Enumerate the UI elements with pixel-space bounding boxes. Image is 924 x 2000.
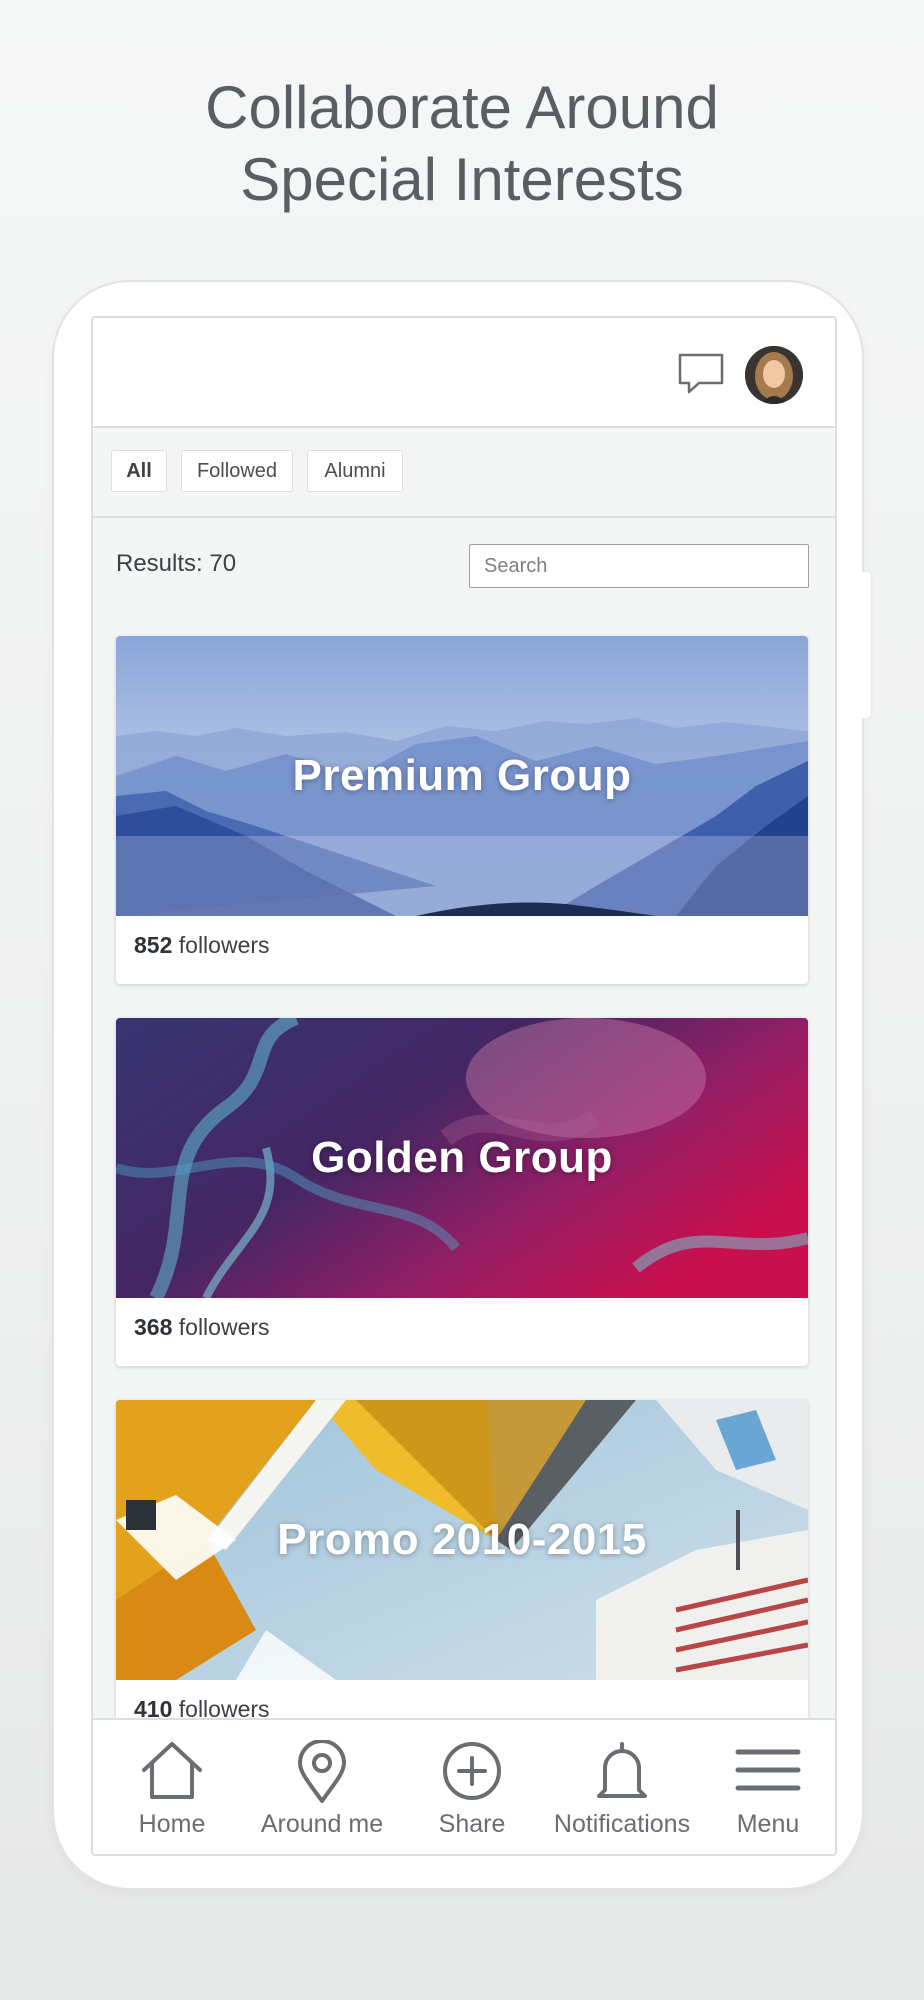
chat-bubble-icon[interactable] xyxy=(677,352,725,396)
home-icon xyxy=(142,1742,202,1799)
avatar[interactable] xyxy=(745,346,803,404)
nav-notifications[interactable]: Notifications xyxy=(547,1720,697,1854)
followers-count: 852 xyxy=(134,932,173,958)
group-followers: 368 followers xyxy=(134,1314,270,1341)
nav-notifications-label: Notifications xyxy=(553,1810,691,1838)
nav-menu-label: Menu xyxy=(736,1810,800,1838)
group-name: Promo 2010-2015 xyxy=(277,1515,647,1564)
filter-all[interactable]: All xyxy=(111,450,167,492)
group-card[interactable]: Promo 2010-2015 410 followers xyxy=(116,1400,808,1748)
phone-side-button xyxy=(862,572,871,718)
group-followers: 852 followers xyxy=(134,932,270,959)
filter-followed[interactable]: Followed xyxy=(181,450,293,492)
bell-icon xyxy=(597,1742,647,1798)
nav-around-me-label: Around me xyxy=(260,1810,384,1838)
headline-line-2: Special Interests xyxy=(240,146,684,213)
search-input[interactable] xyxy=(469,544,809,588)
hamburger-menu-icon xyxy=(735,1749,801,1791)
nav-home-label: Home xyxy=(138,1810,206,1838)
location-pin-icon xyxy=(298,1740,346,1803)
nav-share-label: Share xyxy=(438,1810,506,1838)
nav-share[interactable]: Share xyxy=(397,1720,547,1854)
headline-line-1: Collaborate Around xyxy=(205,74,719,141)
group-name: Golden Group xyxy=(311,1133,613,1182)
group-name: Premium Group xyxy=(292,751,632,800)
filter-alumni[interactable]: Alumni xyxy=(307,450,403,492)
nav-around-me[interactable]: Around me xyxy=(247,1720,397,1854)
nav-home[interactable]: Home xyxy=(97,1720,247,1854)
followers-label: followers xyxy=(172,932,270,958)
followers-count: 368 xyxy=(134,1314,173,1340)
nav-menu[interactable]: Menu xyxy=(693,1720,835,1854)
app-header xyxy=(93,318,835,428)
plus-circle-icon xyxy=(443,1742,501,1800)
app-screen: All Followed Alumni Results: 70 Search P… xyxy=(91,316,837,1856)
group-card[interactable]: Premium Group 852 followers xyxy=(116,636,808,984)
page-headline: Collaborate Around Special Interests xyxy=(0,72,924,216)
followers-label: followers xyxy=(172,1314,270,1340)
group-card[interactable]: Golden Group 368 followers xyxy=(116,1018,808,1366)
results-count: Results: 70 xyxy=(116,550,237,577)
bottom-navigation: Home Around me Share Notifications Menu xyxy=(93,1718,835,1854)
filter-bar: All Followed Alumni xyxy=(93,428,835,518)
